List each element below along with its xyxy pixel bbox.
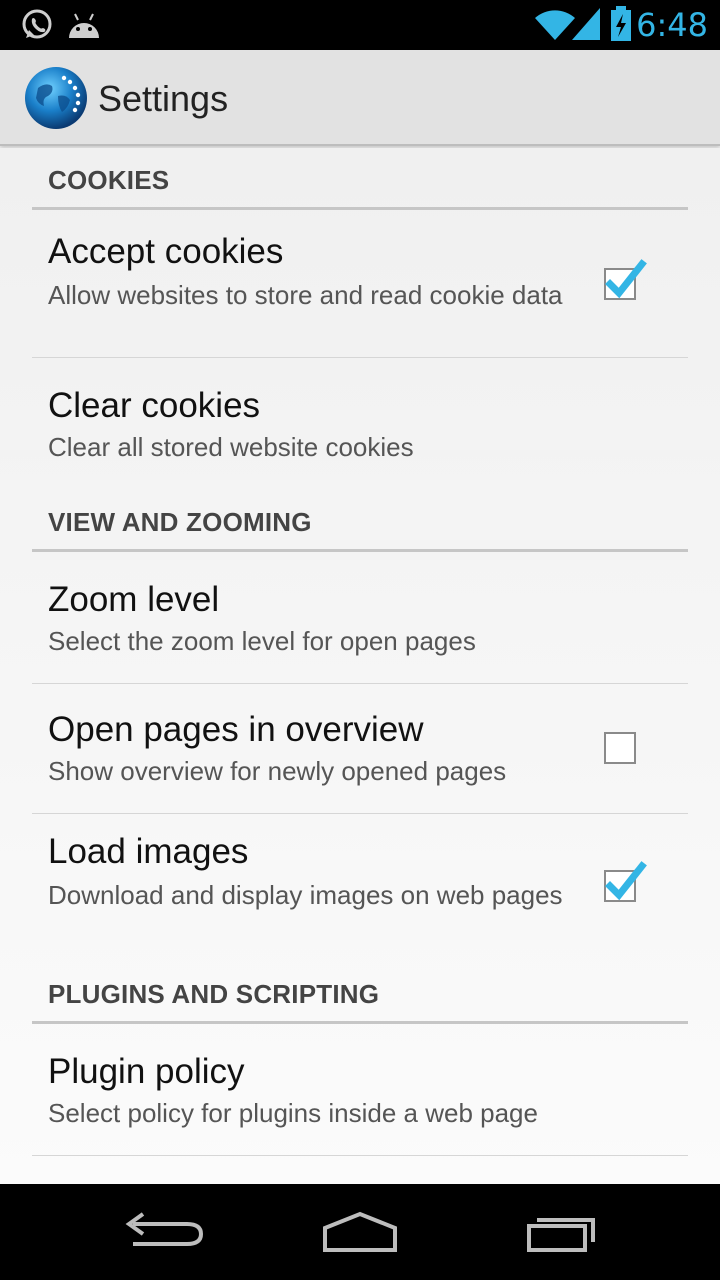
page-title: Settings (98, 78, 229, 119)
pref-title: Zoom level (48, 580, 220, 619)
recent-apps-icon[interactable] (507, 1206, 617, 1262)
category-cookies: COOKIES (32, 148, 688, 210)
category-title: VIEW AND ZOOMING (48, 507, 312, 537)
pref-summary: Show overview for newly opened pages (48, 756, 507, 786)
pref-accept-cookies[interactable]: Accept cookies Allow websites to store a… (32, 210, 688, 358)
signal-icon (572, 6, 602, 47)
home-icon[interactable] (305, 1206, 415, 1262)
pref-summary: Select policy for plugins inside a web p… (48, 1098, 538, 1128)
category-title: PLUGINS AND SCRIPTING (48, 979, 380, 1009)
back-icon[interactable] (105, 1206, 215, 1262)
pref-plugin-policy[interactable]: Plugin policy Select policy for plugins … (32, 1024, 688, 1156)
pref-load-images[interactable]: Load images Download and display images … (32, 814, 688, 974)
pref-summary: Select the zoom level for open pages (48, 626, 476, 656)
pref-summary: Clear all stored website cookies (48, 432, 414, 462)
load-images-checkbox[interactable] (604, 861, 647, 902)
settings-list[interactable]: COOKIES Accept cookies Allow websites to… (0, 148, 720, 1184)
android-icon (66, 8, 102, 47)
wifi-icon (534, 6, 576, 47)
globe-icon[interactable] (24, 66, 88, 130)
check-mark-icon (605, 861, 647, 901)
status-time: 6:48 (636, 6, 708, 44)
action-bar: Settings (0, 50, 720, 146)
pref-title: Plugin policy (48, 1052, 245, 1091)
navigation-bar (0, 1184, 720, 1280)
pref-summary: Allow websites to store and read cookie … (48, 280, 563, 310)
status-bar: 6:48 (0, 0, 720, 50)
pref-summary: Download and display images on web pages (48, 880, 563, 910)
pref-title: Load images (48, 832, 249, 871)
pref-clear-cookies[interactable]: Clear cookies Clear all stored website c… (32, 358, 688, 508)
pref-open-pages-in-overview[interactable]: Open pages in overview Show overview for… (32, 684, 688, 814)
accept-cookies-checkbox[interactable] (604, 259, 647, 300)
pref-title: Clear cookies (48, 386, 261, 425)
category-view-and-zooming: VIEW AND ZOOMING (32, 490, 688, 552)
check-mark-icon (605, 259, 647, 299)
open-pages-in-overview-checkbox[interactable] (604, 732, 636, 764)
category-plugins-and-scripting: PLUGINS AND SCRIPTING (32, 962, 688, 1024)
whatsapp-icon (20, 8, 54, 47)
pref-zoom-level[interactable]: Zoom level Select the zoom level for ope… (32, 552, 688, 684)
pref-title: Accept cookies (48, 232, 284, 271)
category-title: COOKIES (48, 165, 170, 195)
pref-title: Open pages in overview (48, 710, 424, 749)
battery-charging-icon (610, 6, 632, 47)
